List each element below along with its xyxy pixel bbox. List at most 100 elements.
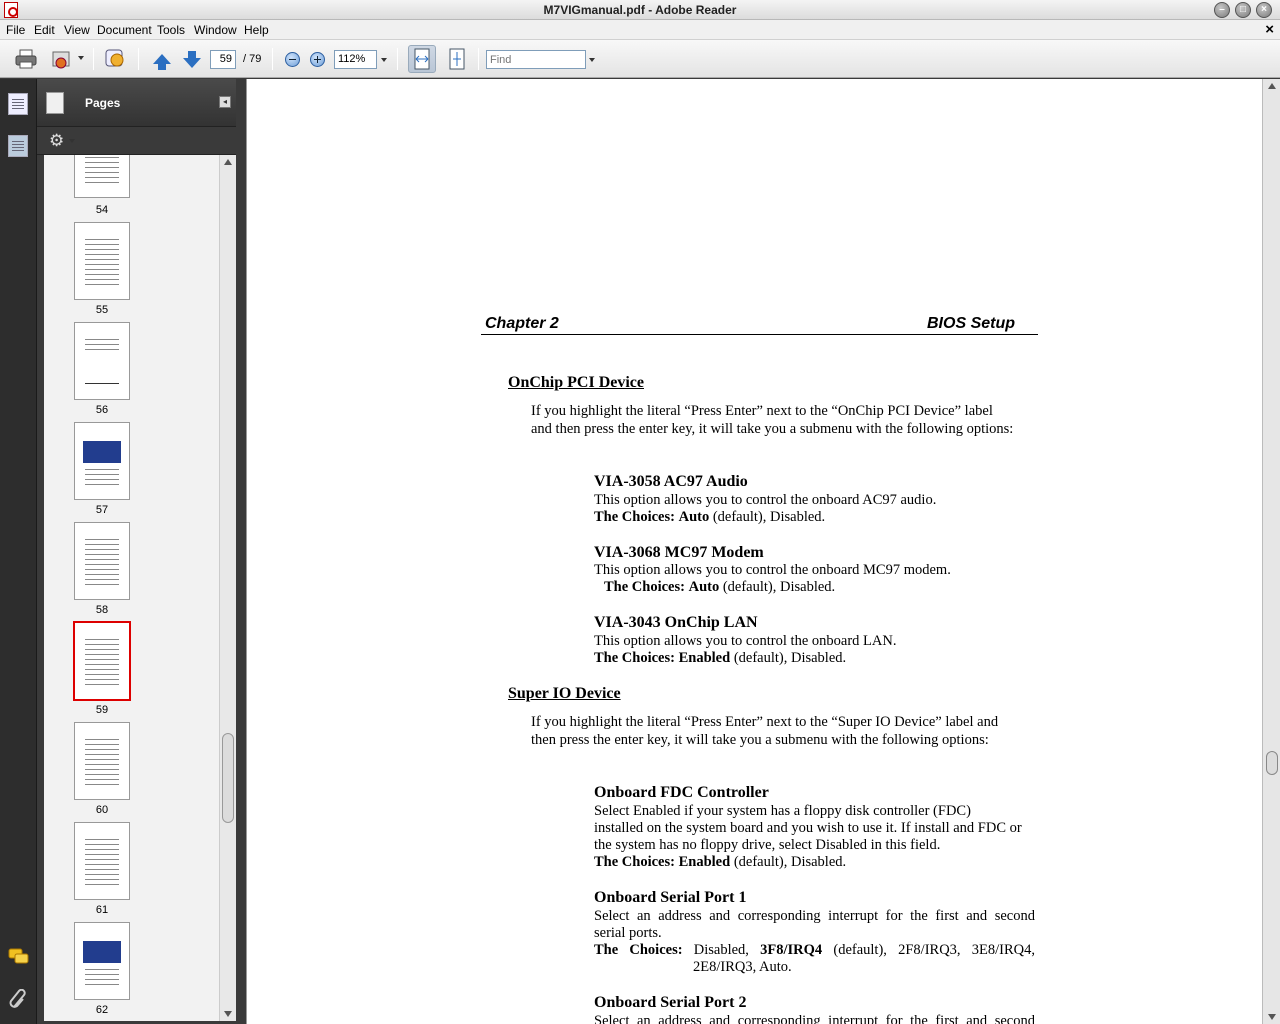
section-title: Super IO Device (508, 685, 621, 702)
gear-icon[interactable]: ⚙ (49, 131, 64, 151)
pages-icon (46, 92, 64, 114)
toolbar: 59 / 79 112% (0, 40, 1280, 78)
options-dropdown-arrow[interactable] (69, 139, 75, 143)
choices-default: Auto (678, 509, 710, 525)
attachments-button[interactable] (8, 988, 28, 1011)
section-intro-line: If you highlight the literal “Press Ente… (531, 714, 999, 730)
title-bar: M7VIGmanual.pdf - Adobe Reader – □ × (0, 0, 1280, 20)
pdf-page: Chapter 2 BIOS Setup OnChip PCI Device I… (247, 79, 1262, 1024)
choices-rest: (default), Disabled. (709, 509, 826, 525)
bookmarks-icon[interactable] (8, 135, 28, 157)
toolbar-separator (93, 48, 94, 70)
document-scroll-thumb[interactable] (1266, 751, 1278, 775)
scroll-up-icon[interactable] (224, 159, 232, 165)
option-title: Onboard Serial Port 1 (594, 889, 747, 906)
print-icon (15, 49, 37, 69)
menu-edit[interactable]: Edit (34, 23, 55, 37)
page-thumbnail-56[interactable] (74, 322, 130, 400)
minimize-icon: – (1219, 4, 1225, 15)
page-thumbnail-61[interactable] (74, 822, 130, 900)
choices-default: 3F8/IRQ4 (760, 942, 823, 958)
option-title: VIA-3043 OnChip LAN (594, 614, 758, 631)
thumbnail-scrollbar[interactable] (219, 155, 236, 1021)
close-icon: × (1261, 4, 1267, 15)
menu-window[interactable]: Window (194, 23, 237, 37)
page-thumbnail-62[interactable] (74, 922, 130, 1000)
window-title: M7VIGmanual.pdf - Adobe Reader (543, 3, 737, 17)
option-choices: The Choices: Disabled, 3F8/IRQ4 (default… (594, 942, 1035, 959)
share-icon (105, 49, 124, 67)
menu-view[interactable]: View (64, 23, 90, 37)
header-chapter: Chapter 2 (485, 315, 559, 332)
page-thumbnail-58[interactable] (74, 522, 130, 600)
option-description: Select an address and corresponding inte… (594, 908, 1035, 924)
print-button[interactable] (14, 47, 38, 71)
document-scrollbar[interactable] (1262, 79, 1280, 1024)
zoom-out-button[interactable] (280, 47, 304, 71)
fit-width-button[interactable] (408, 45, 436, 73)
page-number-label: 60 (95, 804, 109, 816)
option-description: This option allows you to control the on… (594, 633, 897, 649)
zoom-in-button[interactable] (305, 47, 329, 71)
option-description: installed on the system board and you wi… (594, 820, 1022, 836)
fit-page-button[interactable] (445, 47, 469, 71)
option-title: VIA-3058 AC97 Audio (594, 473, 748, 490)
maximize-icon: □ (1239, 4, 1247, 15)
page-thumbnail-59[interactable] (73, 621, 131, 701)
choices-rest: (default), Disabled. (730, 650, 847, 666)
find-dropdown-arrow[interactable] (589, 58, 595, 62)
pages-options-bar: ⚙ (37, 127, 236, 155)
email-dropdown-arrow[interactable] (78, 56, 84, 60)
option-title: Onboard FDC Controller (594, 784, 769, 801)
collapse-panel-button[interactable]: ◂ (219, 96, 231, 108)
page-number-input[interactable]: 59 (210, 50, 236, 69)
option-choices: The Choices: Auto (default), Disabled. (604, 579, 1045, 596)
choices-label: The Choices: (594, 942, 683, 958)
comments-button[interactable] (8, 947, 29, 969)
option-description: This option allows you to control the on… (594, 562, 951, 578)
menu-help[interactable]: Help (244, 23, 269, 37)
menu-file[interactable]: File (6, 23, 25, 37)
menu-document[interactable]: Document (97, 23, 152, 37)
fit-width-icon (414, 48, 430, 70)
page-thumbnail-54[interactable] (74, 155, 130, 198)
zoom-out-icon (284, 51, 300, 67)
zoom-in-icon (309, 51, 325, 67)
pages-panel-icon[interactable] (8, 93, 28, 115)
page-number-label: 59 (95, 704, 109, 716)
panel-splitter[interactable] (236, 79, 246, 1024)
minimize-button[interactable]: – (1214, 2, 1230, 18)
close-document-button[interactable]: × (1265, 21, 1274, 38)
comments-icon (8, 948, 29, 964)
scroll-down-icon[interactable] (224, 1011, 232, 1017)
arrow-down-icon (183, 51, 201, 68)
zoom-dropdown-arrow[interactable] (381, 58, 387, 62)
choices-label: The Choices: (604, 579, 685, 595)
find-input[interactable] (486, 50, 586, 69)
choices-default: Enabled (678, 650, 731, 666)
thumbnail-scroll-thumb[interactable] (222, 733, 234, 823)
menu-bar: File Edit View Document Tools Window Hel… (0, 20, 1280, 40)
navigation-pane-strip (0, 79, 37, 1024)
toolbar-separator (397, 48, 398, 70)
page-total: / 79 (243, 53, 262, 65)
scroll-up-icon[interactable] (1268, 83, 1276, 89)
header-section: BIOS Setup (927, 315, 1016, 332)
option-title: VIA-3068 MC97 Modem (594, 544, 764, 561)
close-window-button[interactable]: × (1256, 2, 1272, 18)
menu-tools[interactable]: Tools (157, 23, 185, 37)
page-thumbnail-55[interactable] (74, 222, 130, 300)
maximize-button[interactable]: □ (1235, 2, 1251, 18)
email-button[interactable] (50, 47, 74, 71)
choices-pre: Disabled, (682, 942, 761, 958)
scroll-down-icon[interactable] (1268, 1014, 1276, 1020)
page-thumbnail-60[interactable] (74, 722, 130, 800)
option-choices: The Choices: Auto (default), Disabled. (594, 509, 1035, 526)
choices-default: Enabled (678, 854, 731, 870)
share-button[interactable] (104, 47, 128, 71)
zoom-level-input[interactable]: 112% (334, 50, 377, 69)
previous-page-button[interactable] (150, 47, 174, 71)
page-thumbnail-57[interactable] (74, 422, 130, 500)
section-intro-line: If you highlight the literal “Press Ente… (531, 403, 993, 419)
next-page-button[interactable] (180, 47, 204, 71)
